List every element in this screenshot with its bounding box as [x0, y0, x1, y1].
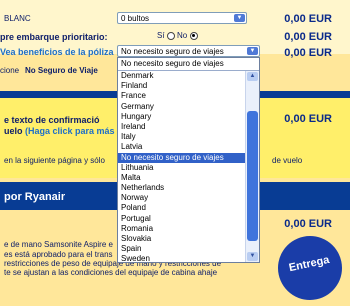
ryanair-title: por Ryanair	[4, 191, 66, 203]
insurance-link[interactable]: Vea beneficios de la póliza	[0, 47, 114, 57]
dropdown-option[interactable]: Slovakia	[118, 234, 246, 244]
dropdown-option[interactable]: Malta	[118, 173, 246, 183]
dropdown-option[interactable]: Denmark	[118, 71, 246, 81]
priority-price: 0,00 EUR	[284, 31, 332, 43]
dropdown-option[interactable]: Portugal	[118, 214, 246, 224]
confirm-line2-text: uelo	[4, 126, 26, 136]
confirm-price: 0,00 EUR	[284, 113, 332, 125]
country-dropdown[interactable]: No necesito seguro de viajes Denmark Finl…	[117, 57, 260, 263]
priority-label: pre embarque prioritario:	[0, 32, 108, 42]
ryanair-body1: e de mano Samsonite Aspire e	[4, 240, 113, 249]
dropdown-option[interactable]: France	[118, 91, 246, 101]
dropdown-scrollbar[interactable]: ▲ ▼	[245, 71, 259, 262]
scroll-down-icon[interactable]: ▼	[247, 252, 258, 261]
dropdown-option[interactable]: Latvia	[118, 142, 246, 152]
priority-no-label: No	[177, 31, 188, 40]
chevron-down-icon: ▼	[234, 14, 245, 22]
baggage-select-value: 0 bultos	[121, 14, 150, 23]
insurance-select-value: No necesito seguro de viajes	[121, 47, 224, 56]
dropdown-option[interactable]: Poland	[118, 203, 246, 213]
dropdown-options: Denmark Finland France Germany Hungary Irelan…	[118, 71, 246, 262]
dropdown-option[interactable]: Romania	[118, 224, 246, 234]
dropdown-option[interactable]: Ireland	[118, 122, 246, 132]
dropdown-option[interactable]: Germany	[118, 102, 246, 112]
dropdown-option[interactable]: Hungary	[118, 112, 246, 122]
dropdown-option[interactable]: Finland	[118, 81, 246, 91]
dropdown-option[interactable]: Spain	[118, 244, 246, 254]
ryanair-body2: es está aprobado para el trans	[4, 250, 113, 259]
confirm-line1: e texto de confirmació	[4, 115, 100, 125]
priority-no-radio[interactable]	[189, 31, 198, 40]
priority-si-radio[interactable]	[166, 31, 175, 40]
confirm-line2: uelo (Haga click para más	[4, 126, 115, 136]
dropdown-option[interactable]: No necesito seguro de viajes	[118, 152, 246, 163]
dropdown-selected-text: No necesito seguro de viajes	[121, 59, 224, 68]
scroll-thumb[interactable]	[247, 111, 258, 241]
baggage-price: 0,00 EUR	[284, 13, 332, 25]
confirm-line3-end: de vuelo	[272, 156, 303, 165]
baggage-label: BLANC	[4, 14, 31, 23]
dropdown-option[interactable]: Norway	[118, 193, 246, 203]
confirm-line3: en la siguiente página y sólo	[4, 156, 105, 165]
scroll-up-icon[interactable]: ▲	[247, 72, 258, 81]
insurance-price: 0,00 EUR	[284, 47, 332, 59]
baggage-select[interactable]: 0 bultos ▼	[117, 12, 247, 24]
dropdown-selected[interactable]: No necesito seguro de viajes	[118, 58, 259, 71]
confirm-more-link[interactable]: (Haga click para más	[25, 126, 115, 136]
insurance-option-label: cione	[0, 66, 20, 75]
chevron-down-icon: ▼	[247, 47, 258, 55]
priority-si-label: Sí	[157, 31, 165, 40]
priority-options: Sí No	[157, 31, 198, 40]
insurance-current: No Seguro de Viaje	[25, 66, 98, 75]
ryanair-price: 0,00 EUR	[284, 218, 332, 230]
dropdown-option[interactable]: Lithuania	[118, 163, 246, 173]
insurance-select[interactable]: No necesito seguro de viajes ▼	[117, 45, 260, 57]
dropdown-option[interactable]: Italy	[118, 132, 246, 142]
dropdown-option[interactable]: Sweden	[118, 254, 246, 262]
dropdown-option[interactable]: Netherlands	[118, 183, 246, 193]
